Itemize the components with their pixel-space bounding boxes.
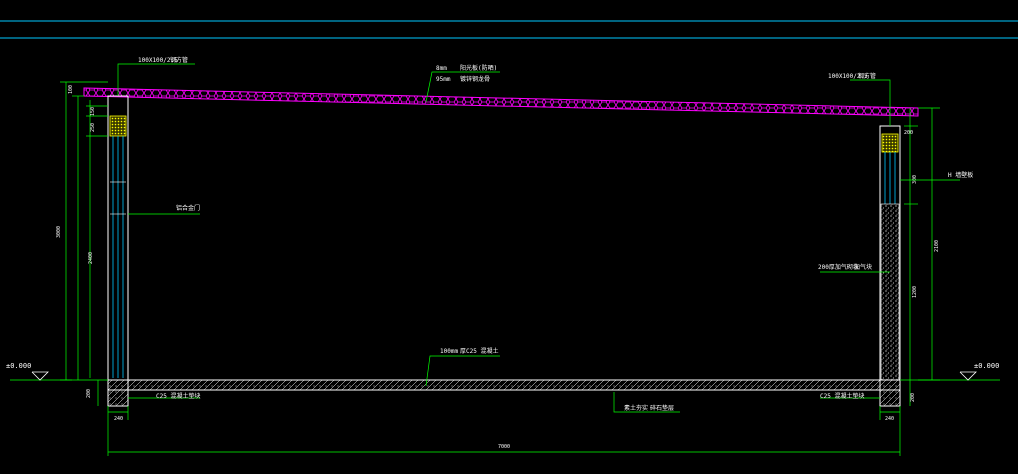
label-left-base: C25 混凝土垫块 — [156, 392, 200, 400]
cad-section-drawing: ±0.000 ±0.000 3000 2400 100 150 250 200 … — [0, 20, 1018, 456]
dim-left-small-2: 250 — [90, 123, 96, 132]
label-subgrade-material: 碎石垫层 — [650, 404, 674, 412]
right-dimension-lines — [904, 107, 940, 406]
label-floor-spec: 100mm — [440, 348, 458, 355]
label-right-top-material: 钢方管 — [858, 72, 876, 80]
dim-base-left: 200 — [86, 389, 92, 398]
label-floor-material: 厚C25 混凝土 — [460, 347, 498, 355]
dim-total-height: 3000 — [56, 226, 62, 238]
dim-base-width-right: 240 — [885, 416, 894, 422]
dim-right-mid: 2100 — [934, 240, 940, 252]
floor-slab — [107, 379, 901, 391]
label-subgrade-spec: 素土夯实 — [624, 404, 648, 412]
dim-right-top: 200 — [904, 130, 913, 136]
dim-left-top: 100 — [68, 85, 74, 94]
label-right-base: C25 混凝土垫块 — [820, 392, 864, 400]
left-base-block — [107, 379, 129, 407]
dim-right-h2: 1200 — [912, 286, 918, 298]
elevation-right: ±0.000 — [974, 362, 999, 370]
right-column — [879, 125, 901, 381]
dim-base-width-left: 240 — [114, 416, 123, 422]
label-roof-material-1: 阳光板(防晒) — [460, 64, 497, 72]
right-column-cap — [881, 133, 899, 153]
dim-left-mid: 2400 — [88, 252, 94, 264]
label-left-top-material: 钢方管 — [170, 56, 188, 64]
right-base-block — [879, 379, 901, 407]
roof-panel — [83, 87, 919, 117]
elevation-marker-left — [31, 371, 49, 381]
dim-right-h1: 300 — [912, 175, 918, 184]
label-roof-spec-1: 8mm — [436, 65, 447, 72]
elevation-marker-right — [959, 371, 977, 381]
label-roof-spec-2: 95mm — [436, 76, 451, 83]
label-right-wall-spec: 200厚加气砌块 — [818, 263, 859, 271]
dim-left-small-1: 150 — [90, 107, 96, 116]
leader-lines — [117, 63, 960, 413]
dim-total-width: 7000 — [498, 444, 510, 450]
dim-right-base: 200 — [910, 393, 916, 402]
label-left-door: 铝合金门 — [176, 204, 200, 212]
label-right-side: H 墙壁板 — [948, 171, 973, 179]
left-column-cap — [109, 115, 127, 137]
label-right-wall-material: 加气块 — [854, 263, 872, 271]
right-wall-block — [880, 203, 900, 381]
label-roof-material-2: 镀锌钢龙骨 — [460, 75, 490, 83]
left-column — [107, 95, 129, 381]
elevation-left: ±0.000 — [6, 362, 31, 370]
